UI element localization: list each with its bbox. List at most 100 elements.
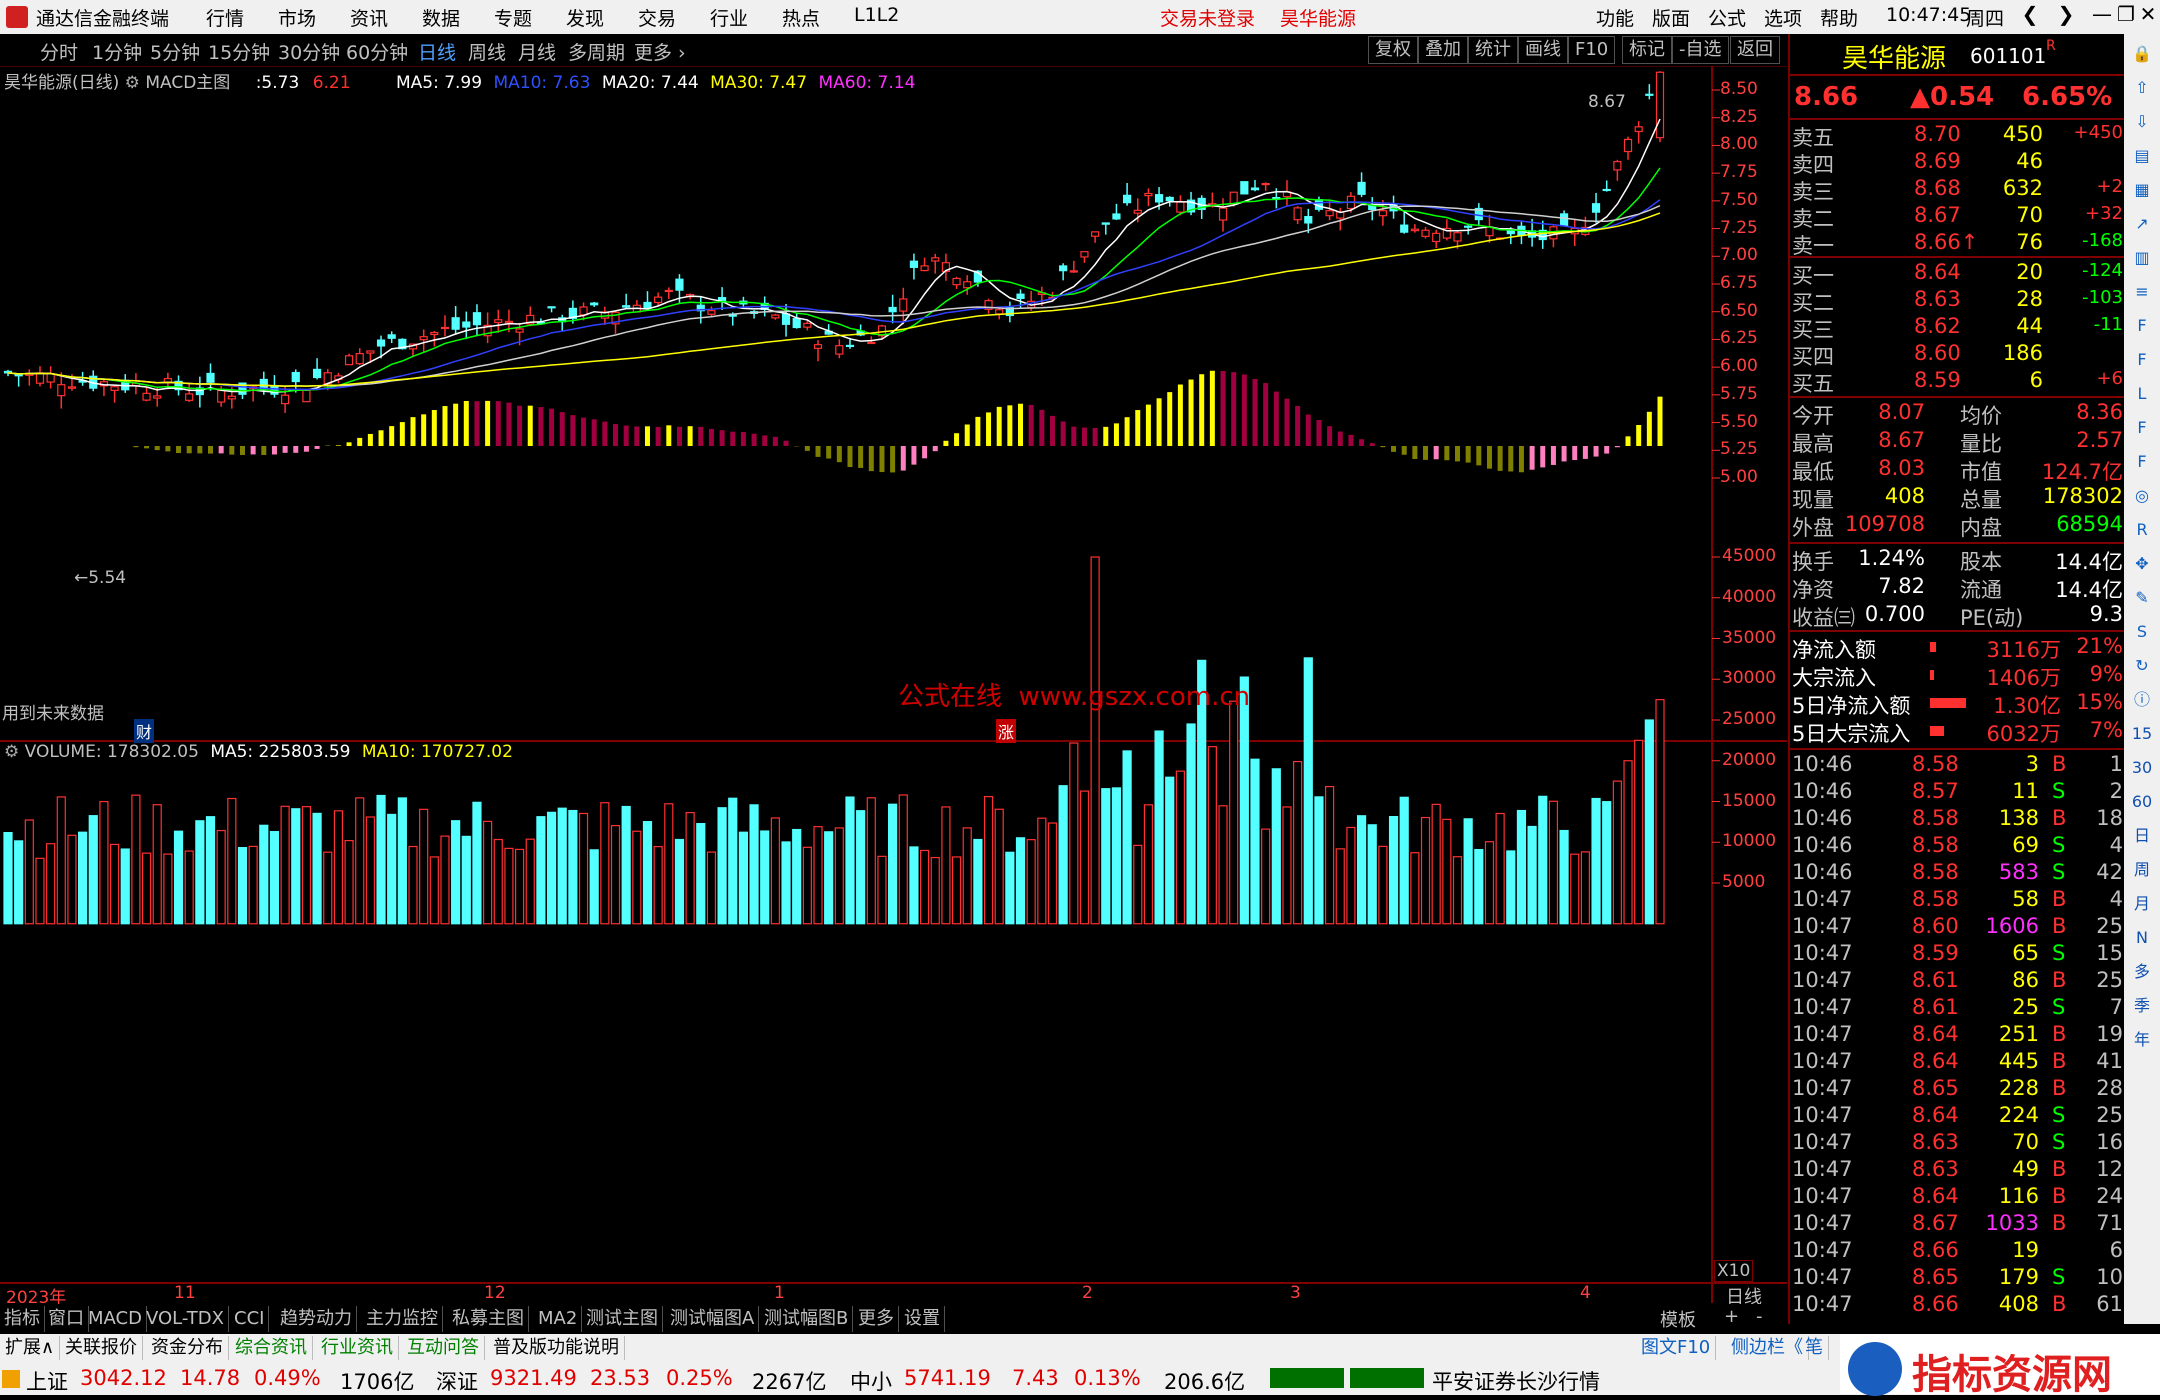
stats-button[interactable]: 统计	[1468, 36, 1518, 64]
info-right-1[interactable]: 侧边栏《	[1726, 1336, 1809, 1360]
period-timeshare[interactable]: 分时	[40, 38, 78, 65]
tick-row[interactable]: 10:478.64251B19	[1790, 1022, 2125, 1049]
menu-item-help[interactable]: 帮助	[1820, 4, 1858, 31]
info-right-0[interactable]: 图文F10	[1636, 1336, 1716, 1360]
settings-icon[interactable]: ⚙	[125, 73, 140, 93]
period-27-button[interactable]: 多	[2130, 960, 2154, 984]
menu-item-discover[interactable]: 发现	[566, 4, 604, 31]
tick-row[interactable]: 10:478.66408B61	[1790, 1292, 2125, 1319]
lock-icon[interactable]: 🔒	[2130, 42, 2154, 66]
tick-row[interactable]: 10:478.5858B4	[1790, 887, 2125, 914]
bottom-tab-13[interactable]: 设置	[900, 1306, 945, 1332]
ask-row[interactable]: 卖二8.6770+32	[1790, 203, 2125, 230]
period-23-button[interactable]: 日	[2130, 824, 2154, 848]
menu-item-hot[interactable]: 热点	[782, 4, 820, 31]
adjust-button[interactable]: 复权	[1368, 36, 1418, 64]
info-icon[interactable]: ⓘ	[2130, 688, 2154, 712]
tick-row[interactable]: 10:478.6349B12	[1790, 1157, 2125, 1184]
f-icon[interactable]: F	[2130, 348, 2154, 372]
menu-item-topic[interactable]: 专题	[494, 4, 532, 31]
return-button[interactable]: 返回	[1730, 36, 1780, 64]
back-icon[interactable]: ❮	[2012, 2, 2048, 32]
trend-icon[interactable]: ↗	[2130, 212, 2154, 236]
bottom-tab-3[interactable]: VOL-TDX	[142, 1306, 229, 1332]
bottom-tab-5[interactable]: 趋势动力	[276, 1306, 357, 1332]
period-monthly[interactable]: 月线	[518, 38, 556, 65]
menu-item-market[interactable]: 市场	[278, 4, 316, 31]
tick-row[interactable]: 10:478.5965S15	[1790, 941, 2125, 968]
info-tab-1[interactable]: 关联报价	[60, 1336, 143, 1360]
grid-icon[interactable]: ▦	[2130, 178, 2154, 202]
info-tab-6[interactable]: 普及版功能说明	[488, 1336, 625, 1360]
ask-row[interactable]: 卖五8.70450+450	[1790, 122, 2125, 149]
info-right-2[interactable]: 笔	[1800, 1336, 1829, 1360]
tick-row[interactable]: 10:468.5711S2	[1790, 779, 2125, 806]
bar-icon[interactable]: ▥	[2130, 246, 2154, 270]
mark-button[interactable]: 标记	[1622, 36, 1672, 64]
fs-icon[interactable]: S	[2130, 620, 2154, 644]
close-icon[interactable]: ✕	[2136, 2, 2160, 32]
bottom-tab-7[interactable]: 私募主图	[448, 1306, 529, 1332]
limit-up-badge[interactable]: 涨	[996, 719, 1016, 743]
bid-row[interactable]: 买五8.596+6	[1790, 368, 2125, 395]
period-24-button[interactable]: 周	[2130, 858, 2154, 882]
bid-row[interactable]: 买一8.6420-124	[1790, 260, 2125, 287]
chart-icon[interactable]: ▤	[2130, 144, 2154, 168]
menu-item-l1l2[interactable]: L1L2	[854, 4, 899, 26]
watchlist-button[interactable]: -自选	[1672, 36, 1729, 64]
period-60min[interactable]: 60分钟	[346, 38, 408, 65]
info-tab-3[interactable]: 综合资讯	[230, 1336, 313, 1360]
rsi-icon[interactable]: R	[2130, 518, 2154, 542]
tick-row[interactable]: 10:468.5869S4	[1790, 833, 2125, 860]
broker-name[interactable]: 平安证券长沙行情	[1432, 1366, 1600, 1396]
ad-banner[interactable]: 指标资源网	[1840, 1334, 2160, 1394]
add-window-button[interactable]: +	[1724, 1306, 1739, 1327]
period-25-button[interactable]: 月	[2130, 892, 2154, 916]
ask-row[interactable]: 卖四8.6946	[1790, 149, 2125, 176]
bid-row[interactable]: 买三8.6244-11	[1790, 314, 2125, 341]
up-arrow-icon[interactable]: ⇧	[2130, 76, 2154, 100]
tick-row[interactable]: 10:478.64116B24	[1790, 1184, 2125, 1211]
tick-row[interactable]: 10:478.671033B71	[1790, 1211, 2125, 1238]
sz-label[interactable]: 深证	[436, 1366, 478, 1396]
info-tab-5[interactable]: 互动问答	[402, 1336, 485, 1360]
ask-row[interactable]: 卖三8.68632+2	[1790, 176, 2125, 203]
zx-label[interactable]: 中小	[850, 1366, 892, 1396]
tick-row[interactable]: 10:478.65179S10	[1790, 1265, 2125, 1292]
tick-row[interactable]: 10:478.6125S7	[1790, 995, 2125, 1022]
bottom-tab-11[interactable]: 测试幅图B	[760, 1306, 853, 1332]
menu-item-layout[interactable]: 版面	[1652, 4, 1690, 31]
tick-row[interactable]: 10:468.58583S42	[1790, 860, 2125, 887]
menu-item-quote[interactable]: 行情	[206, 4, 244, 31]
tick-row[interactable]: 10:468.58138B18	[1790, 806, 2125, 833]
bottom-tab-1[interactable]: 窗口	[44, 1306, 89, 1332]
bottom-tab-10[interactable]: 测试幅图A	[666, 1306, 759, 1332]
bottom-tab-8[interactable]: MA2	[534, 1306, 582, 1332]
info-tab-4[interactable]: 行业资讯	[316, 1336, 399, 1360]
menu-item-formula[interactable]: 公式	[1708, 4, 1746, 31]
tick-row[interactable]: 10:478.64224S25	[1790, 1103, 2125, 1130]
list-icon[interactable]: ≡	[2130, 280, 2154, 304]
info-tab-2[interactable]: 资金分布	[146, 1336, 229, 1360]
period-15min[interactable]: 15分钟	[208, 38, 270, 65]
draw-button[interactable]: 画线	[1518, 36, 1568, 64]
finance-badge[interactable]: 财	[134, 719, 154, 743]
period-more[interactable]: 更多 ›	[634, 38, 686, 65]
period-29-button[interactable]: 年	[2130, 1028, 2154, 1052]
f1-icon[interactable]: F	[2130, 416, 2154, 440]
tick-row[interactable]: 10:468.583B1	[1790, 752, 2125, 779]
indicator-name[interactable]: MACD主图	[145, 73, 230, 93]
chart-area[interactable]: 昊华能源(日线) ⚙ MACD主图 :5.73 6.21 MA5: 7.99 M…	[0, 66, 1787, 1303]
bid-row[interactable]: 买二8.6328-103	[1790, 287, 2125, 314]
menu-item-data[interactable]: 数据	[422, 4, 460, 31]
f2-icon[interactable]: F	[2130, 450, 2154, 474]
down-arrow-icon[interactable]: ⇩	[2130, 110, 2154, 134]
bottom-tab-4[interactable]: CCI	[230, 1306, 269, 1332]
kline-chart-svg[interactable]	[0, 66, 1787, 1303]
restore-icon[interactable]: ❐	[2114, 2, 2138, 32]
volume-settings-icon[interactable]: ⚙	[4, 742, 19, 762]
overlay-button[interactable]: 叠加	[1418, 36, 1468, 64]
forward-icon[interactable]: ❯	[2048, 2, 2084, 32]
period-22-button[interactable]: 60	[2130, 790, 2154, 814]
refresh-icon[interactable]: ↻	[2130, 654, 2154, 678]
